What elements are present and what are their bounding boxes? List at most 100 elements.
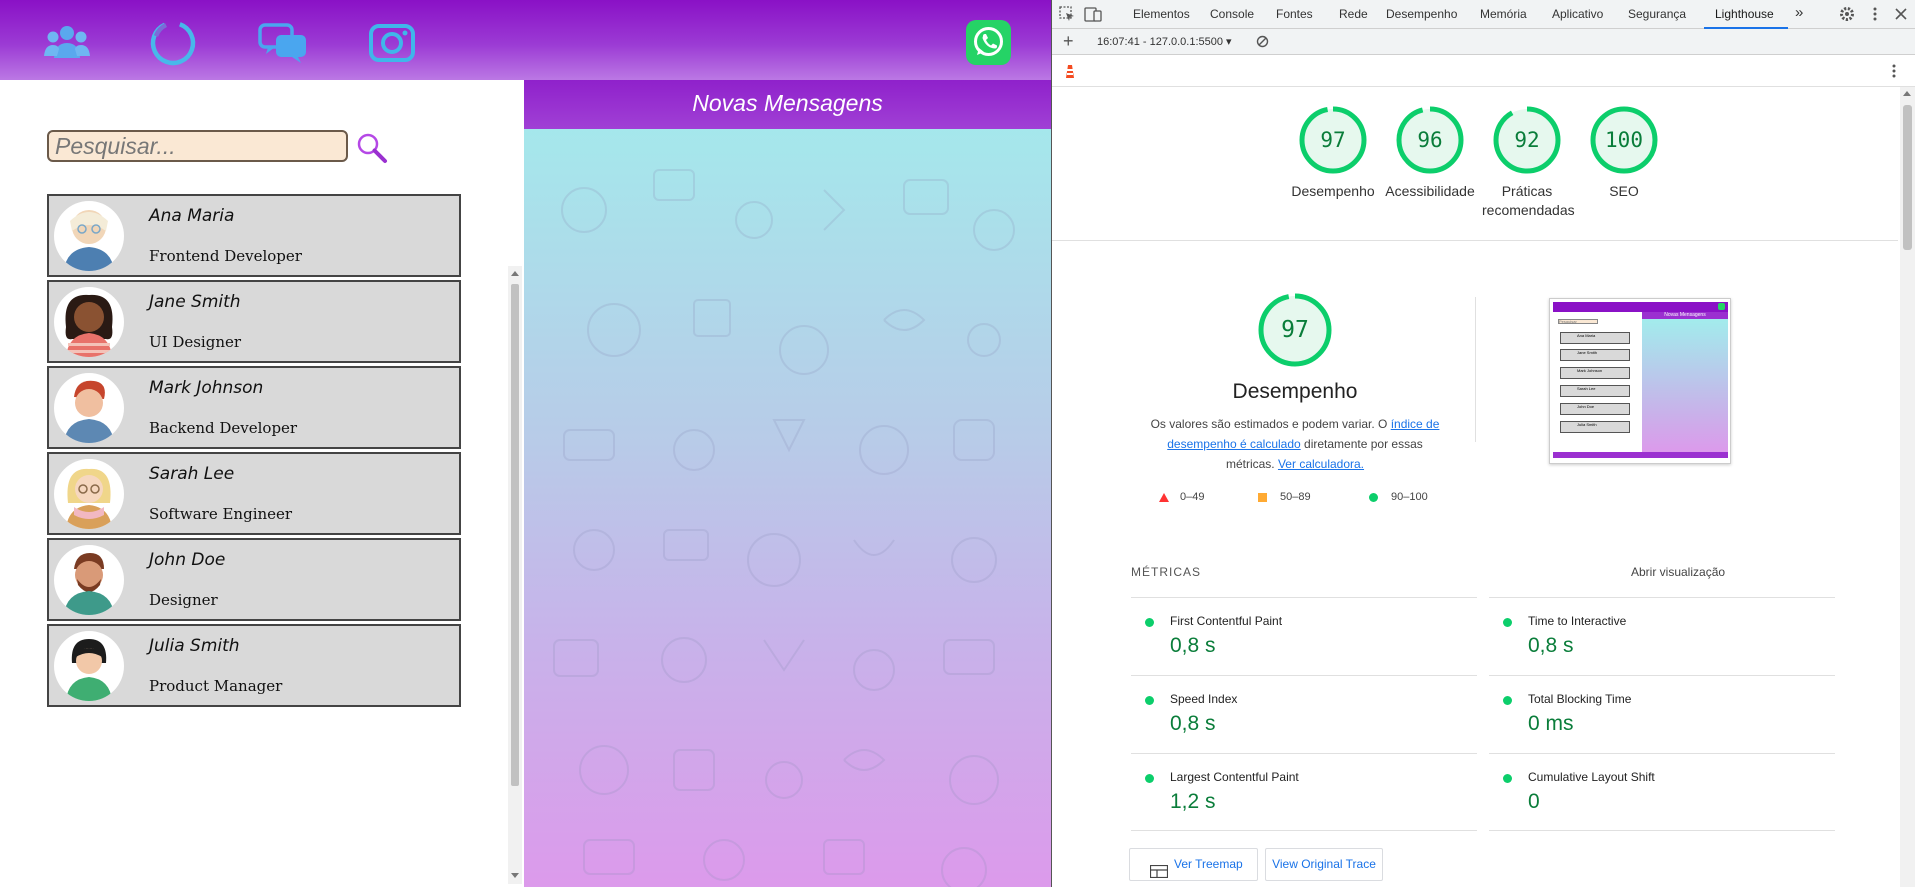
contact-name: Mark Johnson [149, 378, 264, 398]
scroll-up-arrow[interactable] [1903, 91, 1911, 96]
contact-card[interactable]: Sarah Lee Software Engineer [47, 452, 461, 535]
lighthouse-icon [1063, 63, 1077, 79]
final-screenshot-thumbnail[interactable]: Novas Mensagens Pesquisar Ana Maria Jane… [1549, 298, 1731, 464]
score-label: SEO [1609, 183, 1639, 199]
close-devtools-icon[interactable] [1892, 5, 1910, 23]
metric-name: Total Blocking Time [1528, 692, 1632, 706]
metric-value: 0,8 s [1170, 712, 1216, 735]
report-scrollbar[interactable] [1900, 87, 1915, 887]
contact-role: Designer [149, 591, 218, 609]
score-gauge[interactable]: 100 [1590, 106, 1658, 174]
view-treemap-button[interactable]: Ver Treemap [1129, 848, 1258, 881]
contact-name: Ana Maria [149, 206, 235, 226]
contacts-icon[interactable] [44, 22, 94, 72]
contact-name: Sarah Lee [149, 464, 235, 484]
score-gauge[interactable]: 97 [1299, 106, 1367, 174]
contact-role: Software Engineer [149, 505, 293, 523]
status-icon[interactable] [148, 18, 198, 68]
report-topbar [1052, 55, 1915, 87]
legend-label: 0–49 [1180, 491, 1205, 503]
more-options-icon[interactable] [1866, 5, 1884, 23]
tab-aplicativo[interactable]: Aplicativo [1552, 7, 1603, 21]
pass-circle-icon [1503, 774, 1512, 783]
metric-item: First Contentful Paint 0,8 s [1131, 597, 1477, 675]
legend-label: 50–89 [1280, 491, 1311, 503]
more-tabs-icon[interactable]: » [1795, 4, 1803, 21]
tab-fontes[interactable]: Fontes [1276, 7, 1313, 21]
metric-name: Time to Interactive [1528, 614, 1627, 628]
score-gauge[interactable]: 92 [1493, 106, 1561, 174]
pass-circle-icon [1145, 618, 1154, 627]
tab-seguranca[interactable]: Segurança [1628, 7, 1686, 21]
contacts-pane: Ana Maria Frontend Developer Jane Smith … [0, 80, 524, 887]
scroll-thumb[interactable] [511, 284, 519, 786]
metric-name: First Contentful Paint [1170, 614, 1283, 628]
chat-wallpaper [553, 169, 1015, 887]
chat-panel: Novas Mensagens [524, 80, 1051, 887]
score-value: 100 [1605, 128, 1643, 152]
metric-item: Total Blocking Time 0 ms [1489, 675, 1835, 753]
report-menu-icon[interactable] [1891, 63, 1897, 84]
performance-title: Desempenho [1232, 380, 1358, 403]
metric-name: Speed Index [1170, 692, 1238, 706]
calculator-link[interactable]: Ver calculadora. [1278, 457, 1364, 471]
contact-role: Frontend Developer [149, 247, 302, 265]
contact-card[interactable]: Jane Smith UI Designer [47, 280, 461, 363]
metric-value: 0,8 s [1170, 634, 1216, 657]
new-report-icon[interactable]: + [1063, 31, 1074, 52]
clear-reports-icon[interactable] [1256, 35, 1269, 48]
tab-desempenho[interactable]: Desempenho [1386, 7, 1457, 21]
inspect-element-icon[interactable] [1058, 5, 1076, 23]
pass-circle-icon [1503, 696, 1512, 705]
contact-card[interactable]: John Doe Designer [47, 538, 461, 621]
score-value: 92 [1514, 128, 1540, 152]
tab-console[interactable]: Console [1210, 7, 1254, 21]
tab-memoria[interactable]: Memória [1480, 7, 1527, 21]
metric-value: 0 [1528, 790, 1540, 813]
tab-lighthouse[interactable]: Lighthouse [1715, 7, 1774, 21]
expand-view-toggle[interactable]: Abrir visualização [1631, 565, 1725, 579]
settings-gear-icon[interactable] [1838, 5, 1856, 23]
score-value: 97 [1320, 128, 1346, 152]
contact-card[interactable]: Mark Johnson Backend Developer [47, 366, 461, 449]
scroll-thumb[interactable] [1903, 105, 1912, 250]
top-navbar [0, 0, 1051, 80]
performance-description: Os valores são estimados e podem variar.… [1150, 417, 1440, 471]
avatar [54, 373, 124, 443]
tab-elementos[interactable]: Elementos [1133, 7, 1190, 21]
chats-icon[interactable] [258, 22, 308, 72]
report-selector[interactable]: 16:07:41 - 127.0.0.1:5500 ▾ [1097, 35, 1232, 48]
score-label: Práticas recomendadas [1482, 183, 1575, 218]
camera-icon[interactable] [368, 18, 418, 68]
search-input[interactable] [47, 130, 348, 162]
divider [1052, 240, 1898, 241]
metric-item: Cumulative Layout Shift 0 [1489, 753, 1835, 831]
contacts-scrollbar[interactable] [508, 266, 522, 884]
metric-name: Largest Contentful Paint [1170, 770, 1299, 784]
chat-app: Ana Maria Frontend Developer Jane Smith … [0, 0, 1052, 887]
metric-item: Time to Interactive 0,8 s [1489, 597, 1835, 675]
whatsapp-logo-icon [1718, 303, 1725, 310]
avatar [54, 287, 124, 357]
contact-card[interactable]: Ana Maria Frontend Developer [47, 194, 461, 277]
device-toolbar-icon[interactable] [1084, 5, 1102, 23]
score-gauge[interactable]: 96 [1396, 106, 1464, 174]
tab-rede[interactable]: Rede [1339, 7, 1368, 21]
pass-circle-icon [1503, 618, 1512, 627]
search-icon[interactable] [354, 130, 390, 166]
thumbnail-header: Novas Mensagens [1642, 312, 1728, 319]
avatar [54, 459, 124, 529]
contact-role: UI Designer [149, 333, 242, 351]
contact-card[interactable]: Julia Smith Product Manager [47, 624, 461, 707]
metric-item: Speed Index 0,8 s [1131, 675, 1477, 753]
pass-circle-icon [1145, 774, 1154, 783]
avatar [54, 545, 124, 615]
whatsapp-logo-icon[interactable] [966, 20, 1011, 65]
scroll-down-arrow[interactable] [511, 873, 519, 878]
avatar [54, 631, 124, 701]
view-trace-button[interactable]: View Original Trace [1265, 848, 1383, 881]
legend-label: 90–100 [1391, 491, 1428, 503]
scroll-up-arrow[interactable] [511, 271, 519, 276]
avatar [54, 201, 124, 271]
thumbnail-search: Pesquisar [1558, 319, 1598, 324]
